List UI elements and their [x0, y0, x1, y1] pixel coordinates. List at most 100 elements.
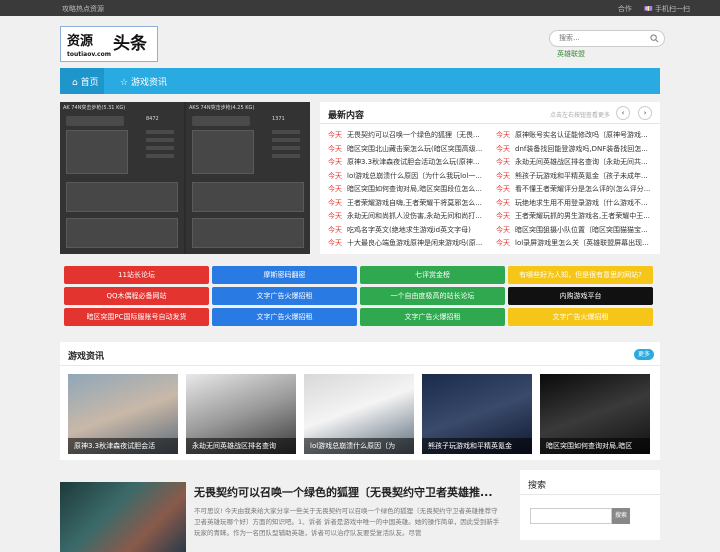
divider — [520, 494, 660, 495]
news-item[interactable]: 今天 玩绝地求生用不用登录游戏〔什么游戏不... — [496, 198, 656, 208]
game-card[interactable]: 原神3.3秋津森夜试胆会活 — [68, 374, 178, 454]
mobile-scan-link[interactable]: 💷 手机扫一扫 — [644, 5, 690, 13]
game-card-caption: 暗区突围如何查询对局,暗区 — [540, 438, 650, 454]
attachment-grid — [66, 218, 178, 248]
slot-grid — [192, 130, 254, 174]
news-item[interactable]: 今天 无畏契约可以召唤一个绿色的狐狸〔无畏... — [328, 130, 488, 140]
search-input[interactable] — [559, 34, 649, 42]
link-tile[interactable]: 11站长论坛 — [64, 266, 209, 284]
news-item[interactable]: 今天 暗区突围北山藏击案怎么玩(暗区突围高级... — [328, 144, 488, 154]
article-thumbnail[interactable] — [60, 482, 186, 552]
link-tile[interactable]: 摩斯密码翻密 — [212, 266, 357, 284]
game-card[interactable]: 熊孩子玩游戏和平精英氪金 — [422, 374, 532, 454]
news-title[interactable]: 无畏契约可以召唤一个绿色的狐狸〔无畏... — [347, 131, 480, 139]
news-item[interactable]: 今天 十大最良心端鱼游戏原神是闲来游戏吗(原... — [328, 238, 488, 248]
today-badge: 今天 — [328, 212, 342, 220]
news-title[interactable]: 原神3.3秋津森夜试胆会活动怎么玩(原神... — [347, 158, 480, 166]
link-tile[interactable]: 文字广告火爆招租 — [212, 287, 357, 305]
game-card[interactable]: 永劫无间英雄战区排名查询 — [186, 374, 296, 454]
link-tile[interactable]: 文字广告火爆招租 — [360, 308, 505, 326]
today-badge: 今天 — [496, 225, 510, 234]
rifle-image — [66, 116, 124, 126]
today-badge: 今天 — [496, 158, 510, 166]
news-title[interactable]: lol游戏总崩溃什么原因〔为什么我玩lol一... — [347, 172, 482, 180]
link-tile[interactable]: 暗区突围PC国际服账号自动发货 — [64, 308, 209, 326]
link-tile[interactable]: 七评赏金榜 — [360, 266, 505, 284]
link-tile[interactable]: 一个自由度极高的站长论坛 — [360, 287, 505, 305]
star-icon: ☆ — [120, 78, 131, 88]
today-badge: 今天 — [496, 212, 510, 220]
stat-row — [272, 130, 300, 134]
nav-item-games[interactable]: ☆ 游戏资讯 — [120, 75, 167, 88]
news-title[interactable]: 永劫无间英雄战区排名查询〔永劫无间共... — [515, 158, 648, 166]
main-nav: ⌂ 首页 ☆ 游戏资讯 — [60, 68, 660, 94]
link-tile[interactable]: 内购游戏平台 — [508, 287, 653, 305]
news-title[interactable]: 吃鸡名字英文(绝地求生游戏id英文字母) — [347, 226, 471, 234]
news-title[interactable]: 暗区突围北山藏击案怎么玩(暗区突围高级... — [347, 145, 482, 153]
slide-stat-left: 8472 — [146, 116, 159, 122]
article-title[interactable]: 无畏契约可以召唤一个绿色的狐狸〔无畏契约守卫者英雄推... — [194, 484, 494, 500]
top-bar-text: 攻略热点资源 — [62, 5, 104, 13]
news-item[interactable]: 今天 王者荣耀玩抓的男生游戏名,王者荣耀中王... — [496, 211, 656, 221]
stat-row — [272, 146, 300, 150]
news-item[interactable]: 今天 暗区突围如何查询对局,暗区突围段位怎么... — [328, 184, 488, 194]
news-item[interactable]: 今天 永劫无间和尚抓人没伤害,永劫无间和尚打... — [328, 211, 488, 221]
next-arrow-icon[interactable]: › — [638, 106, 652, 120]
slide-panel-right: AKS 74N突击步枪(4.25 KG) 1371 — [186, 102, 310, 254]
news-title[interactable]: 王者荣耀玩抓的男生游戏名,王者荣耀中王... — [515, 212, 650, 220]
news-item[interactable]: 今天 dnf装备找回能登游戏吗,DNF装备找回怎... — [496, 144, 656, 154]
link-tile[interactable]: 有哪些好为人知，但是很有意思的网站? — [508, 266, 653, 284]
game-card[interactable]: lol游戏总崩溃什么原因〔为 — [304, 374, 414, 454]
news-title[interactable]: 王者荣耀游戏自嗨,王者荣耀干将莫邪怎么... — [347, 199, 482, 207]
news-item[interactable]: 今天 原神3.3秋津森夜试胆会活动怎么玩(原神... — [328, 157, 488, 167]
game-card[interactable]: 暗区突围如何查询对局,暗区 — [540, 374, 650, 454]
news-item[interactable]: 今天 王者荣耀游戏自嗨,王者荣耀干将莫邪怎么... — [328, 198, 488, 208]
news-title[interactable]: 暗区突围狙摄小队位置〔暗区突围猫猫宝... — [515, 226, 648, 234]
nav-item-home[interactable]: ⌂ 首页 — [60, 68, 104, 94]
news-item[interactable]: 今天 永劫无间英雄战区排名查询〔永劫无间共... — [496, 157, 656, 167]
nav-home-label: 首页 — [80, 78, 99, 88]
game-news-title: 游戏资讯 — [68, 352, 105, 362]
news-title[interactable]: 原神账号实名认证能修改吗〔原神号游戏... — [515, 131, 648, 139]
search-icon[interactable] — [650, 34, 659, 43]
news-title[interactable]: 熊孩子玩游戏和平精英氪金〔孩子未成年... — [515, 172, 648, 180]
cooperate-link[interactable]: 合作 — [618, 5, 632, 13]
more-button[interactable]: 更多 — [634, 349, 654, 360]
game-news-header: 游戏资讯 更多 — [60, 342, 660, 366]
news-item[interactable]: 今天 lol游戏总崩溃什么原因〔为什么我玩lol一... — [328, 171, 488, 181]
sidebar-search-widget: 搜索 搜索 — [520, 470, 660, 540]
stat-row — [146, 138, 174, 142]
news-item[interactable]: 今天 暗区突围狙摄小队位置〔暗区突围猫猫宝... — [496, 225, 656, 235]
today-badge: 今天 — [496, 239, 510, 247]
hot-keyword-link[interactable]: 英雄联盟 — [557, 49, 585, 59]
news-item[interactable]: 今天 lol录屏游戏里怎么关〔英雄联盟屏幕出现... — [496, 238, 656, 248]
today-badge: 今天 — [496, 198, 510, 207]
site-logo[interactable]: 资源 头条 toutiaov.com — [60, 26, 158, 62]
news-title[interactable]: 十大最良心端鱼游戏原神是闲来游戏吗(原... — [347, 239, 482, 247]
news-title[interactable]: 看不懂王者荣耀评分是怎么评的(怎么评分... — [515, 185, 650, 193]
news-item[interactable]: 今天 吃鸡名字英文(绝地求生游戏id英文字母) — [328, 225, 488, 235]
news-title[interactable]: 暗区突围如何查询对局,暗区突围段位怎么... — [347, 185, 482, 193]
sidebar-search-input[interactable] — [530, 508, 612, 524]
news-item[interactable]: 今天 原神账号实名认证能修改吗〔原神号游戏... — [496, 130, 656, 140]
prev-arrow-icon[interactable]: ‹ — [616, 106, 630, 120]
sidebar-search-button[interactable]: 搜索 — [612, 508, 630, 524]
slot-grid — [66, 130, 128, 174]
stat-row — [272, 138, 300, 142]
link-tile[interactable]: 文字广告火爆招租 — [212, 308, 357, 326]
attachment-grid — [192, 182, 304, 212]
news-title[interactable]: 永劫无间和尚抓人没伤害,永劫无间和尚打... — [347, 212, 482, 220]
stat-row — [146, 146, 174, 150]
news-item[interactable]: 今天 熊孩子玩游戏和平精英氪金〔孩子未成年... — [496, 171, 656, 181]
stat-row — [272, 154, 300, 158]
logo-text-1: 资源 — [67, 34, 94, 49]
news-item[interactable]: 今天 看不懂王者荣耀评分是怎么评的(怎么评分... — [496, 184, 656, 194]
image-slider[interactable]: AK 74N突击步枪(5.31 KG) 8472 AKS 74N突击步枪(4.2… — [60, 102, 310, 254]
today-badge: 今天 — [496, 131, 510, 139]
news-title[interactable]: lol录屏游戏里怎么关〔英雄联盟屏幕出现... — [515, 239, 649, 247]
link-tile[interactable]: 文字广告火爆招租 — [508, 308, 653, 326]
news-title[interactable]: dnf装备找回能登游戏吗,DNF装备找回怎... — [515, 145, 648, 153]
link-tile[interactable]: QQ木偶程必备网站 — [64, 287, 209, 305]
today-badge: 今天 — [496, 171, 510, 180]
news-title[interactable]: 玩绝地求生用不用登录游戏〔什么游戏不... — [515, 199, 648, 207]
